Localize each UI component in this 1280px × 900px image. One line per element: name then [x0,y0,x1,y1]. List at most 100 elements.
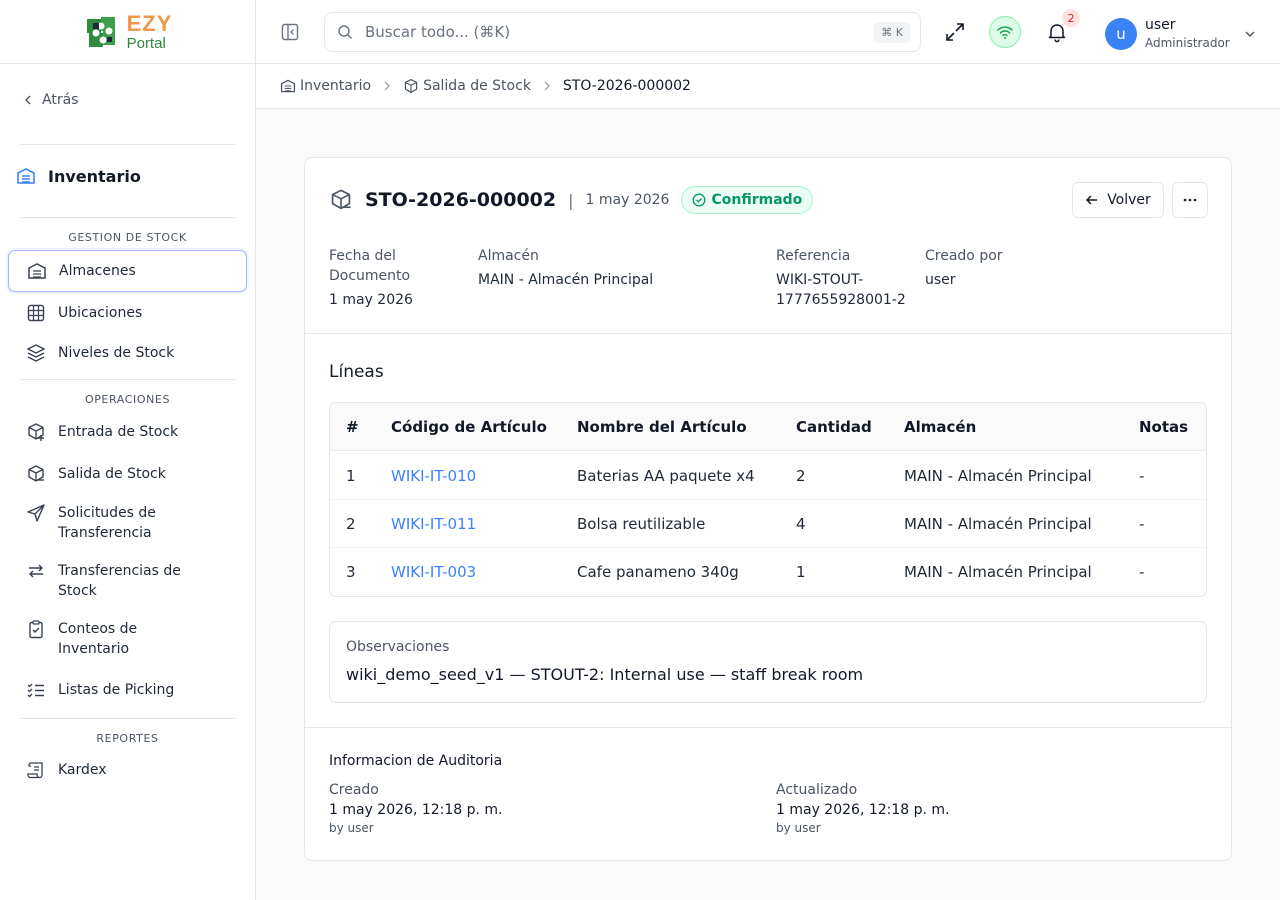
item-code-link[interactable]: WIKI-IT-010 [391,452,476,500]
sidebar-item-ubicaciones[interactable]: Ubicaciones [8,302,247,324]
item-code-link[interactable]: WIKI-IT-011 [391,500,476,548]
cell-quantity: 2 [796,467,806,485]
divider [305,333,1231,334]
package-icon [404,78,418,94]
divider [20,379,235,380]
sidebar-item-label: Transferencias de [58,563,181,579]
warehouse-icon [28,263,46,279]
sidebar-item-solicitudes[interactable]: Solicitudes de Transferencia [8,503,247,545]
more-horizontal-icon [1183,198,1197,202]
sidebar-item-transferencias[interactable]: Transferencias de Stock [8,561,247,603]
column-header: Código de Artículo [391,418,547,436]
maximize-icon [946,23,964,41]
clipboard-check-icon [29,620,43,639]
chevron-right-icon [544,81,550,91]
sidebar-item-label: Stock [58,583,97,599]
sidebar-item-label: Almacenes [59,263,136,279]
sidebar-toggle-button[interactable] [280,22,300,42]
sidebar-item-label: Transferencia [58,525,152,541]
audit-label: Actualizado [776,782,858,798]
package-minus-icon [28,465,44,482]
cell-notes: - [1139,515,1145,533]
field-label: Referencia [776,248,851,264]
arrows-left-right-icon [29,564,43,578]
user-role: Administrador [1145,36,1230,50]
field-warehouse: Almacén MAIN - Almacén Principal [478,246,653,290]
cell-quantity: 1 [796,563,806,581]
sidebar-item-salida[interactable]: Salida de Stock [8,463,247,485]
chevron-down-icon [1245,31,1255,37]
section-stock: GESTION DE STOCK [68,231,187,244]
item-code-link[interactable]: WIKI-IT-003 [391,548,476,596]
back-label: Atrás [42,92,79,108]
field-document-date: Fecha del Documento 1 may 2026 [329,246,413,310]
sidebar: EZY Portal Atrás Inventario GESTION DE S… [0,0,256,900]
check-circle-icon [693,193,706,207]
sidebar-item-label: Ubicaciones [58,305,143,321]
search-input[interactable]: Buscar todo... (⌘K) ⌘ K [324,12,921,52]
cell-notes: - [1139,563,1145,581]
cell-index: 1 [346,467,356,485]
breadcrumb-salida[interactable]: Salida de Stock [403,78,531,94]
back-link[interactable]: Atrás [22,92,78,108]
field-label: Creado por [925,248,1003,264]
user-menu[interactable]: u user Administrador [1105,16,1256,52]
document-number: STO-2026-000002 [365,189,557,211]
breadcrumb-inventario[interactable]: Inventario [280,78,371,94]
sidebar-item-almacenes[interactable]: Almacenes [8,250,247,292]
sidebar-item-conteos[interactable]: Conteos de Inventario [8,619,247,661]
field-label: Fecha del [329,248,396,264]
column-header: Notas [1139,418,1189,436]
breadcrumb-current: STO-2026-000002 [562,78,691,94]
audit-label: Creado [329,782,379,798]
list-checks-icon [27,683,44,698]
sidebar-item-kardex[interactable]: Kardex [8,759,247,781]
divider [20,217,235,218]
sidebar-item-picking[interactable]: Listas de Picking [8,679,247,701]
field-reference: Referencia WIKI-STOUT- 1777655928001-2 [776,246,906,310]
table-row: 3 WIKI-IT-003 Cafe panameno 340g 1 MAIN … [330,548,1206,596]
cell-item-name: Cafe panameno 340g [577,563,739,581]
sidebar-item-label: Solicitudes de [58,505,156,521]
logo-ezy-text: EZY [126,10,173,36]
audit-value: 1 may 2026, 12:18 p. m. [329,802,503,818]
lines-table: # Código de Artículo Nombre del Artículo… [329,402,1207,597]
breadcrumb-label: Salida de Stock [423,78,531,94]
sidebar-item-niveles[interactable]: Niveles de Stock [8,342,247,364]
lines-title: Líneas [329,362,384,382]
cell-item-name: Bolsa reutilizable [577,515,706,533]
divider [20,718,235,719]
divider [305,727,1231,728]
sidebar-item-entrada[interactable]: Entrada de Stock [8,421,247,443]
field-value: 1 may 2026 [329,292,413,308]
puzzle-logo-icon [86,16,115,47]
audit-title: Informacion de Auditoria [329,753,503,769]
cell-quantity: 4 [796,515,806,533]
fullscreen-button[interactable] [944,21,966,43]
table-header-row: # Código de Artículo Nombre del Artículo… [330,403,1206,451]
field-created-by: Creado por user [925,246,1003,290]
section-operations: OPERACIONES [84,393,171,406]
package-minus-icon [331,189,351,210]
table-row: 2 WIKI-IT-011 Bolsa reutilizable 4 MAIN … [330,500,1206,548]
audit-updated: Actualizado 1 may 2026, 12:18 p. m. by u… [776,780,950,836]
warehouse-icon [17,168,35,184]
column-header: Almacén [904,418,977,436]
panel-left-icon [281,23,299,41]
logo[interactable]: EZY Portal [0,0,255,64]
field-label: Documento [329,268,411,284]
connection-status-button[interactable] [989,16,1021,48]
module-title-text: Inventario [48,166,141,186]
search-placeholder: Buscar todo... (⌘K) [365,23,511,41]
more-actions-button[interactable] [1172,182,1208,218]
document-date: 1 may 2026 [585,192,670,208]
avatar: u [1105,18,1137,50]
field-value: 1777655928001-2 [776,292,906,308]
search-shortcut: ⌘ K [874,21,910,43]
chevron-right-icon [384,81,391,91]
table-row: 1 WIKI-IT-010 Baterias AA paquete x4 2 M… [330,452,1206,500]
field-value: user [925,272,956,288]
topbar: Buscar todo... (⌘K) ⌘ K 2 u user Adminis… [256,0,1280,64]
back-button[interactable]: Volver [1072,182,1164,218]
send-icon [27,504,45,522]
